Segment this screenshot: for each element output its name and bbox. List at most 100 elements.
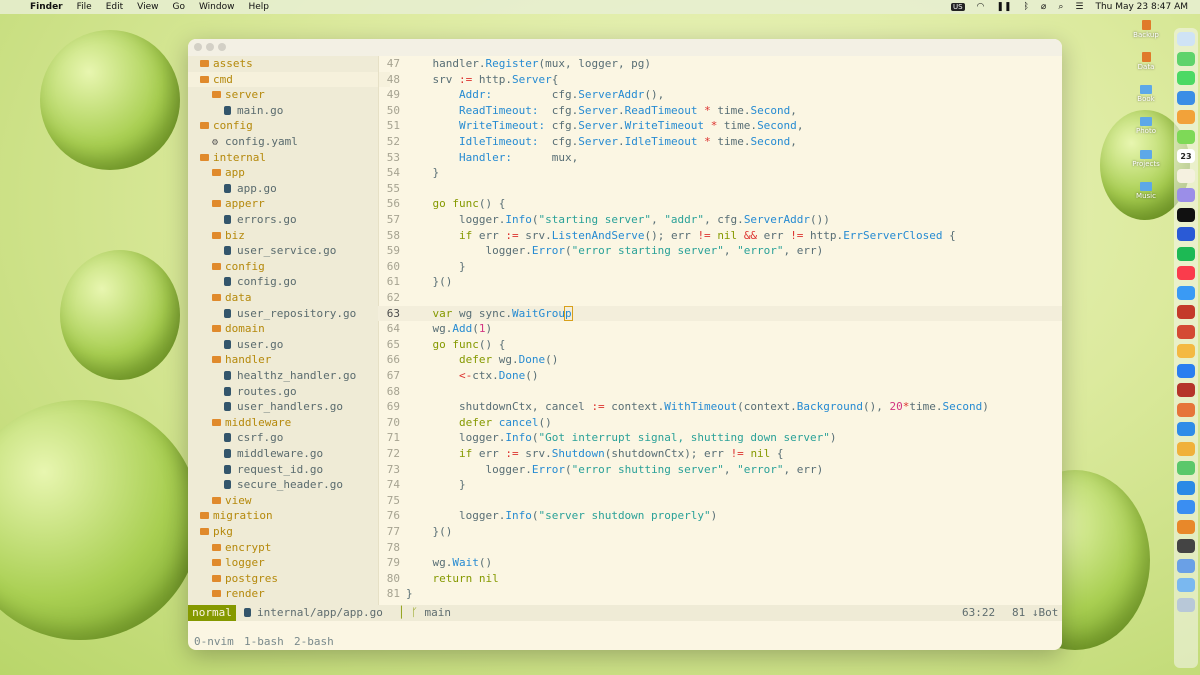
dock-app-icon[interactable] xyxy=(1177,402,1195,417)
code-line[interactable]: 79 wg.Wait() xyxy=(378,555,1062,571)
tree-file-row[interactable]: ⚙ config.yaml xyxy=(188,134,402,150)
calendar-icon[interactable]: 23 xyxy=(1177,149,1195,163)
code-line[interactable]: 70 defer cancel() xyxy=(378,415,1062,431)
code-line[interactable]: 51 WriteTimeout: cfg.Server.WriteTimeout… xyxy=(378,118,1062,134)
code-line[interactable]: 52 IdleTimeout: cfg.Server.IdleTimeout *… xyxy=(378,134,1062,150)
dock-app-icon[interactable] xyxy=(1177,519,1195,534)
tree-folder-row[interactable]: app xyxy=(188,165,402,181)
wifi-off-icon[interactable]: ⌀ xyxy=(1041,2,1046,12)
dock-app-icon[interactable] xyxy=(1177,324,1195,339)
dock-app-icon[interactable] xyxy=(1177,597,1195,612)
code-line[interactable]: 72 if err := srv.Shutdown(shutdownCtx); … xyxy=(378,446,1062,462)
dock-app-icon[interactable] xyxy=(1177,227,1195,241)
dock-app-icon[interactable] xyxy=(1177,539,1195,553)
code-line[interactable]: 60 } xyxy=(378,259,1062,275)
close-button[interactable] xyxy=(194,43,202,51)
code-line[interactable]: 55 xyxy=(378,181,1062,197)
dock-app-icon[interactable] xyxy=(1177,285,1195,300)
dock-app-icon[interactable] xyxy=(1177,480,1195,495)
input-source-indicator[interactable]: US xyxy=(950,3,965,11)
code-line[interactable]: 65 go func() { xyxy=(378,337,1062,353)
dock-app-icon[interactable] xyxy=(1177,500,1195,514)
menu-item-go[interactable]: Go xyxy=(172,2,184,12)
dock-app-icon[interactable] xyxy=(1177,246,1195,261)
search-icon[interactable]: ⌕ xyxy=(1058,2,1063,12)
dock-app-icon[interactable] xyxy=(1177,363,1195,378)
tree-folder-row[interactable]: domain xyxy=(188,321,402,337)
tree-folder-row[interactable]: config xyxy=(188,118,390,134)
desktop-folder-book[interactable]: Book xyxy=(1128,85,1164,103)
tree-folder-row[interactable]: assets xyxy=(188,56,390,72)
tree-folder-row[interactable]: logger xyxy=(188,555,402,571)
code-line[interactable]: 76 logger.Info("server shutdown properly… xyxy=(378,508,1062,524)
tmux-window-1[interactable]: 1-bash xyxy=(244,633,284,650)
code-line[interactable]: 80 return nil xyxy=(378,571,1062,587)
code-line[interactable]: 57 logger.Info("starting server", "addr"… xyxy=(378,212,1062,228)
code-line[interactable]: 74 } xyxy=(378,477,1062,493)
code-line[interactable]: 69 shutdownCtx, cancel := context.WithTi… xyxy=(378,399,1062,415)
tmux-window-0[interactable]: 0-nvim xyxy=(194,633,234,650)
code-line[interactable]: 67 <-ctx.Done() xyxy=(378,368,1062,384)
desktop-folder-music[interactable]: Music xyxy=(1128,182,1164,200)
desktop-folder-photo[interactable]: Photo xyxy=(1128,117,1164,135)
menu-item-help[interactable]: Help xyxy=(248,2,269,12)
menu-item-view[interactable]: View xyxy=(137,2,158,12)
code-line[interactable]: 54 } xyxy=(378,165,1062,181)
code-line[interactable]: 66 defer wg.Done() xyxy=(378,352,1062,368)
tree-folder-row[interactable]: pkg xyxy=(188,524,390,540)
tree-folder-row[interactable]: cmd xyxy=(188,71,390,88)
dock-app-icon[interactable] xyxy=(1177,207,1195,222)
dock-app-icon[interactable] xyxy=(1177,129,1195,144)
menu-item-edit[interactable]: Edit xyxy=(106,2,123,12)
code-line[interactable]: 59 logger.Error("error starting server",… xyxy=(378,243,1062,259)
menu-clock[interactable]: Thu May 23 8:47 AM xyxy=(1095,2,1188,12)
dock-app-icon[interactable] xyxy=(1177,51,1195,66)
tree-folder-row[interactable]: render xyxy=(188,586,402,602)
dock-app-icon[interactable] xyxy=(1177,578,1195,592)
tmux-window-2[interactable]: 2-bash xyxy=(294,633,334,650)
code-line[interactable]: 62 xyxy=(378,290,1062,306)
tree-folder-row[interactable]: migration xyxy=(188,508,390,524)
headphones-icon[interactable]: ◠ xyxy=(977,2,985,12)
dock-app-icon[interactable] xyxy=(1177,188,1195,202)
dock-app-icon[interactable] xyxy=(1177,344,1195,358)
desktop-drive-data[interactable]: Data xyxy=(1128,52,1164,71)
dock-app-icon[interactable] xyxy=(1177,422,1195,436)
code-line[interactable]: 58 if err := srv.ListenAndServe(); err !… xyxy=(378,228,1062,244)
tree-folder-row[interactable]: middleware xyxy=(188,415,402,431)
dock-app-icon[interactable] xyxy=(1177,383,1195,397)
dock-app-icon[interactable] xyxy=(1177,266,1195,280)
dock-app-icon[interactable] xyxy=(1177,168,1195,183)
code-line[interactable]: 49 Addr: cfg.ServerAddr(), xyxy=(378,87,1062,103)
dock-app-icon[interactable] xyxy=(1177,32,1195,46)
menu-app-name[interactable]: Finder xyxy=(30,2,63,12)
tree-folder-row[interactable]: data xyxy=(188,290,402,306)
dock-app-icon[interactable] xyxy=(1177,461,1195,475)
window-titlebar[interactable] xyxy=(188,39,1062,56)
dock-app-icon[interactable] xyxy=(1177,441,1195,456)
code-line[interactable]: 61 }() xyxy=(378,274,1062,290)
tree-folder-row[interactable]: postgres xyxy=(188,571,402,587)
code-line[interactable]: 71 logger.Info("Got interrupt signal, sh… xyxy=(378,430,1062,446)
dock-app-icon[interactable] xyxy=(1177,558,1195,573)
pause-icon[interactable]: ❚❚ xyxy=(996,2,1011,12)
minimize-button[interactable] xyxy=(206,43,214,51)
bluetooth-icon[interactable]: ᛒ xyxy=(1024,2,1029,12)
control-center-icon[interactable]: ☰ xyxy=(1075,2,1083,12)
code-line[interactable]: 53 Handler: mux, xyxy=(378,150,1062,166)
tree-folder-row[interactable]: server xyxy=(188,87,402,103)
code-line[interactable]: 64 wg.Add(1) xyxy=(378,321,1062,337)
code-line[interactable]: 48 srv := http.Server{ xyxy=(378,72,1062,88)
code-line[interactable]: 47 handler.Register(mux, logger, pg) xyxy=(378,56,1062,72)
code-line[interactable]: 63 var wg sync.WaitGroup xyxy=(378,305,1062,322)
tree-folder-row[interactable]: internal xyxy=(188,150,390,166)
desktop-drive-backup[interactable]: Backup xyxy=(1128,20,1164,39)
code-line[interactable]: 50 ReadTimeout: cfg.Server.ReadTimeout *… xyxy=(378,103,1062,119)
dock-app-icon[interactable] xyxy=(1177,90,1195,105)
code-line[interactable]: 81} xyxy=(378,586,1062,602)
menu-item-window[interactable]: Window xyxy=(199,2,235,12)
dock-app-icon[interactable] xyxy=(1177,110,1195,124)
dock-app-icon[interactable] xyxy=(1177,305,1195,319)
code-line[interactable]: 78 xyxy=(378,540,1062,556)
zoom-button[interactable] xyxy=(218,43,226,51)
